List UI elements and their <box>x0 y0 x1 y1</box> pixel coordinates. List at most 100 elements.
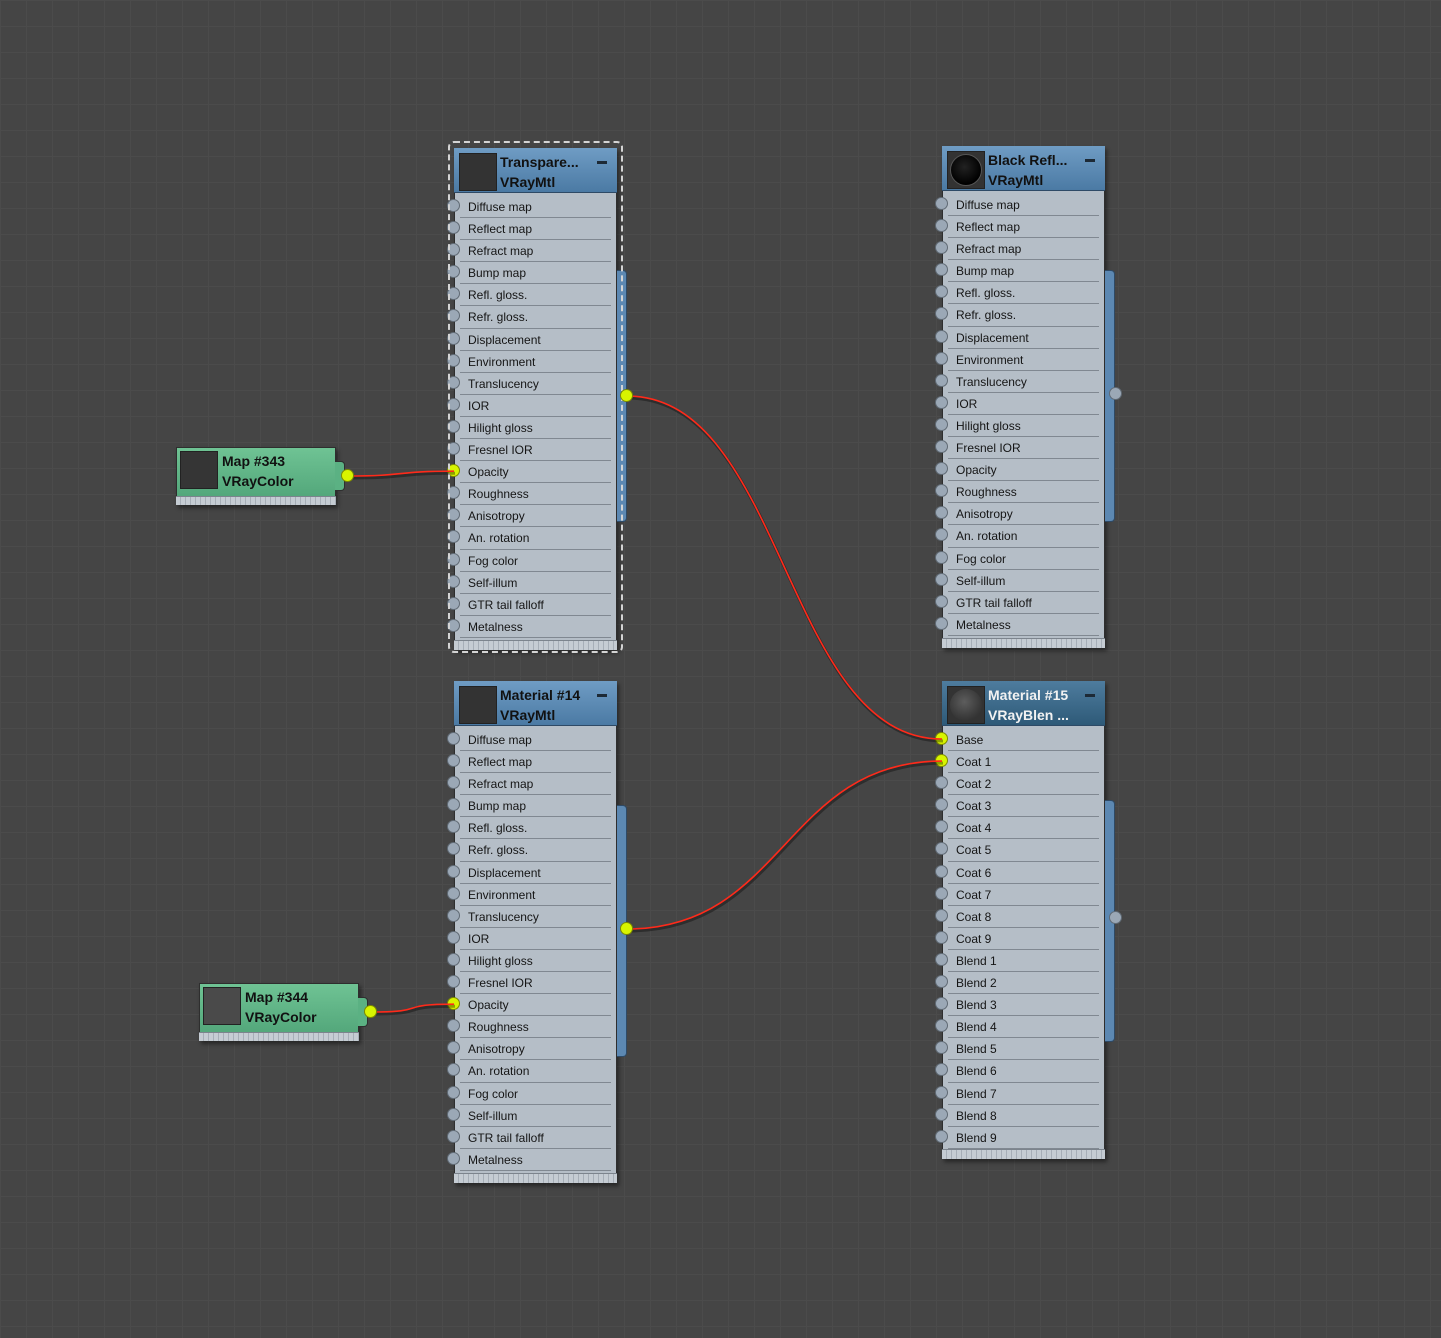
input-port-icon[interactable] <box>935 754 948 768</box>
slot-metalness[interactable]: Metalness <box>447 1149 611 1171</box>
slot-translucency[interactable]: Translucency <box>447 373 611 395</box>
input-port-icon[interactable] <box>447 1019 460 1033</box>
slot-refr-gloss[interactable]: Refr. gloss. <box>447 306 611 329</box>
output-port-icon[interactable] <box>341 469 354 482</box>
material-node-black-refl[interactable]: Black Refl... VRayMtl Diffuse map Reflect m… <box>935 146 1105 648</box>
input-port-icon[interactable] <box>935 908 948 922</box>
slot-fresnel-ior[interactable]: Fresnel IOR <box>935 437 1099 460</box>
slot-coat-6[interactable]: Coat 6 <box>935 862 1099 884</box>
slot-coat-4[interactable]: Coat 4 <box>935 817 1099 840</box>
slot-anisotropy[interactable]: Anisotropy <box>935 503 1099 526</box>
slot-reflect-map[interactable]: Reflect map <box>447 751 611 774</box>
input-port-icon[interactable] <box>447 754 460 768</box>
input-port-icon[interactable] <box>447 997 460 1011</box>
slot-gtr-tail-falloff[interactable]: GTR tail falloff <box>935 592 1099 614</box>
input-port-icon[interactable] <box>447 952 460 966</box>
slot-blend-3[interactable]: Blend 3 <box>935 994 1099 1017</box>
slot-diffuse-map[interactable]: Diffuse map <box>447 729 611 752</box>
input-port-icon[interactable] <box>447 265 460 279</box>
slot-anisotropy[interactable]: Anisotropy <box>447 1038 611 1061</box>
material-node-material15[interactable]: Material #15 VRayBlen ... Base Coat 1 Coat 2… <box>935 681 1105 1159</box>
input-port-icon[interactable] <box>935 484 948 498</box>
slot-fog-color[interactable]: Fog color <box>447 1083 611 1105</box>
slot-refract-map[interactable]: Refract map <box>447 773 611 796</box>
node-resize-grip[interactable] <box>454 1173 617 1183</box>
minimize-button[interactable] <box>597 161 607 164</box>
input-port-icon[interactable] <box>447 530 460 544</box>
slot-blend-4[interactable]: Blend 4 <box>935 1016 1099 1039</box>
input-port-icon[interactable] <box>935 572 948 586</box>
input-port-icon[interactable] <box>935 732 948 745</box>
minimize-button[interactable] <box>597 694 607 697</box>
output-port-icon[interactable] <box>364 1005 377 1018</box>
input-port-icon[interactable] <box>935 997 948 1011</box>
slot-refract-map[interactable]: Refract map <box>935 238 1099 261</box>
input-port-icon[interactable] <box>935 329 948 343</box>
input-port-icon[interactable] <box>935 417 948 431</box>
slot-displacement[interactable]: Displacement <box>447 329 611 351</box>
node-header[interactable]: Transpare... VRayMtl <box>454 148 617 193</box>
slot-gtr-tail-falloff[interactable]: GTR tail falloff <box>447 594 611 616</box>
input-port-icon[interactable] <box>935 462 948 476</box>
input-port-icon[interactable] <box>447 1041 460 1055</box>
node-header[interactable]: Material #14 VRayMtl <box>454 681 617 726</box>
input-port-icon[interactable] <box>935 1129 948 1143</box>
input-port-icon[interactable] <box>447 397 460 411</box>
slot-displacement[interactable]: Displacement <box>447 862 611 884</box>
input-port-icon[interactable] <box>447 930 460 944</box>
slot-displacement[interactable]: Displacement <box>935 327 1099 349</box>
input-port-icon[interactable] <box>447 287 460 301</box>
input-port-icon[interactable] <box>935 820 948 834</box>
input-port-icon[interactable] <box>935 1063 948 1077</box>
minimize-button[interactable] <box>1085 159 1095 162</box>
input-port-icon[interactable] <box>447 1107 460 1121</box>
input-port-icon[interactable] <box>935 241 948 255</box>
slot-blend-1[interactable]: Blend 1 <box>935 950 1099 973</box>
slot-metalness[interactable]: Metalness <box>447 616 611 638</box>
slot-coat-3[interactable]: Coat 3 <box>935 795 1099 818</box>
input-port-icon[interactable] <box>935 975 948 989</box>
slot-bump-map[interactable]: Bump map <box>447 795 611 818</box>
input-port-icon[interactable] <box>935 1019 948 1033</box>
slot-diffuse-map[interactable]: Diffuse map <box>935 194 1099 217</box>
input-port-icon[interactable] <box>447 864 460 878</box>
slot-coat-9[interactable]: Coat 9 <box>935 928 1099 950</box>
input-port-icon[interactable] <box>935 930 948 944</box>
input-port-icon[interactable] <box>447 798 460 812</box>
slot-roughness[interactable]: Roughness <box>447 1016 611 1039</box>
slot-hilight-gloss[interactable]: Hilight gloss <box>447 950 611 973</box>
wire-map344-to-material14[interactable] <box>370 1003 455 1013</box>
input-port-icon[interactable] <box>447 618 460 632</box>
slot-environment[interactable]: Environment <box>447 884 611 906</box>
slot-refl-gloss[interactable]: Refl. gloss. <box>935 282 1099 305</box>
slot-fog-color[interactable]: Fog color <box>935 548 1099 570</box>
slot-environment[interactable]: Environment <box>935 349 1099 371</box>
input-port-icon[interactable] <box>447 199 460 212</box>
input-port-icon[interactable] <box>447 596 460 610</box>
slot-hilight-gloss[interactable]: Hilight gloss <box>935 415 1099 438</box>
slot-coat-5[interactable]: Coat 5 <box>935 839 1099 862</box>
slot-ior[interactable]: IOR <box>447 928 611 950</box>
slot-blend-2[interactable]: Blend 2 <box>935 972 1099 995</box>
slot-refl-gloss[interactable]: Refl. gloss. <box>447 284 611 307</box>
slot-an-rotation[interactable]: An. rotation <box>447 527 611 550</box>
slot-opacity[interactable]: Opacity <box>447 461 611 484</box>
slot-opacity[interactable]: Opacity <box>447 994 611 1017</box>
input-port-icon[interactable] <box>935 798 948 812</box>
input-port-icon[interactable] <box>447 442 460 456</box>
input-port-icon[interactable] <box>935 952 948 966</box>
input-port-icon[interactable] <box>447 574 460 588</box>
slot-self-illum[interactable]: Self-illum <box>447 572 611 594</box>
slot-translucency[interactable]: Translucency <box>447 906 611 928</box>
input-port-icon[interactable] <box>447 1129 460 1143</box>
input-port-icon[interactable] <box>935 550 948 564</box>
slot-hilight-gloss[interactable]: Hilight gloss <box>447 417 611 440</box>
input-port-icon[interactable] <box>447 820 460 834</box>
input-port-icon[interactable] <box>447 508 460 522</box>
input-port-icon[interactable] <box>447 1085 460 1099</box>
input-port-icon[interactable] <box>935 263 948 277</box>
output-port-icon[interactable] <box>620 389 633 402</box>
slot-blend-9[interactable]: Blend 9 <box>935 1127 1099 1149</box>
input-port-icon[interactable] <box>935 864 948 878</box>
input-port-icon[interactable] <box>447 375 460 389</box>
